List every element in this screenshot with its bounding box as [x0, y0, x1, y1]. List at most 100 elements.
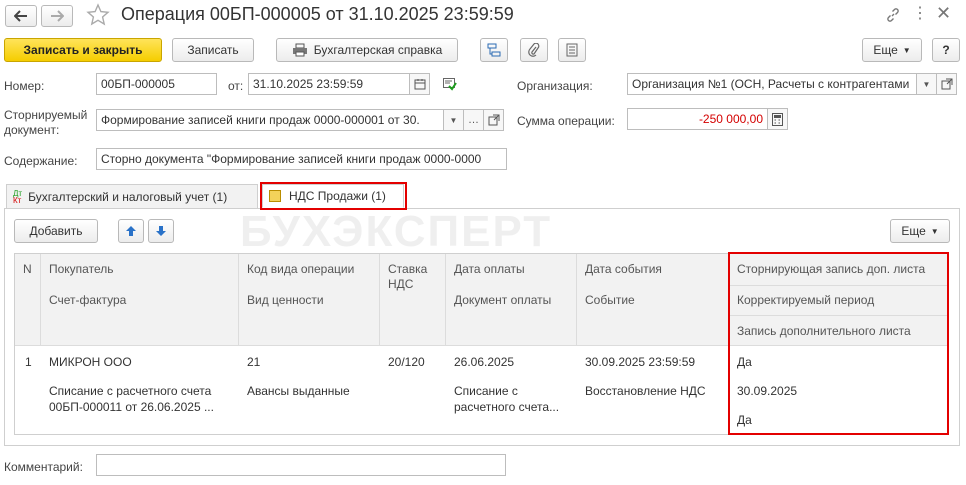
- calculator-icon: [772, 112, 783, 126]
- date-label: от:: [228, 79, 244, 93]
- operation-sum-field[interactable]: -250 000,00: [627, 108, 768, 130]
- dt-kt-icon: Дт Кт: [13, 188, 23, 205]
- arrow-left-icon: [14, 10, 27, 22]
- more-button[interactable]: Еще ▼: [862, 38, 922, 62]
- printer-icon: [292, 43, 307, 57]
- calendar-icon: [414, 79, 425, 90]
- header-sub-line: [730, 315, 947, 316]
- list-icon: [566, 43, 578, 57]
- header-operation-code[interactable]: Код вида операции: [247, 262, 354, 276]
- header-event[interactable]: Событие: [585, 293, 635, 307]
- help-button[interactable]: ?: [932, 38, 960, 62]
- storno-document-open-button[interactable]: [484, 109, 504, 131]
- paperclip-icon: [528, 43, 540, 57]
- open-form-icon: [488, 114, 499, 126]
- number-label: Номер:: [4, 79, 45, 93]
- vat-doc-icon: [269, 190, 281, 202]
- calendar-button[interactable]: [410, 73, 430, 95]
- watermark-text: БУХЭКСПЕРТ: [240, 207, 553, 256]
- table-more-label: Еще: [901, 224, 926, 238]
- number-field[interactable]: 00БП-000005: [96, 73, 217, 95]
- dropdown-arrow-icon: ▼: [922, 79, 931, 89]
- col-divider: [238, 254, 239, 345]
- storno-document-label-line2: документ:: [4, 123, 60, 137]
- dropdown-arrow-icon: ▼: [902, 45, 911, 55]
- tab-accounting[interactable]: Дт Кт Бухгалтерский и налоговый учет (1): [6, 184, 258, 208]
- header-corrected-period[interactable]: Корректируемый период: [737, 293, 874, 307]
- storno-document-dropdown-button[interactable]: ▼: [444, 109, 464, 131]
- col-divider: [40, 254, 41, 345]
- date-field[interactable]: 31.10.2025 23:59:59: [248, 73, 410, 95]
- row-operation-code: 21: [247, 355, 261, 369]
- header-extra-sheet-record[interactable]: Запись дополнительного листа: [737, 324, 911, 338]
- save-button[interactable]: Записать: [172, 38, 254, 62]
- arrow-right-icon: [51, 10, 64, 22]
- attach-button[interactable]: [520, 38, 548, 62]
- header-buyer[interactable]: Покупатель: [49, 262, 113, 276]
- favorite-star-icon[interactable]: [86, 3, 110, 30]
- save-and-close-button[interactable]: Записать и закрыть: [4, 38, 162, 62]
- row-buyer: МИКРОН ООО: [49, 355, 132, 369]
- row-vat-rate: 20/120: [388, 355, 425, 369]
- storno-document-select-button[interactable]: …: [464, 109, 484, 131]
- arrow-up-icon: [126, 226, 136, 236]
- storno-document-label: Сторнируемый документ:: [4, 108, 87, 138]
- row-value-type: Авансы выданные: [247, 384, 350, 398]
- dropdown-arrow-icon: ▼: [930, 226, 939, 236]
- organization-dropdown-button[interactable]: ▼: [917, 73, 937, 95]
- move-up-button[interactable]: [118, 219, 144, 243]
- hierarchy-icon: [487, 43, 501, 57]
- row-storno-extra-sheet: Да: [737, 355, 752, 369]
- open-form-icon: [941, 78, 952, 90]
- move-down-button[interactable]: [148, 219, 174, 243]
- organization-label: Организация:: [517, 79, 593, 93]
- link-icon[interactable]: [885, 7, 901, 26]
- tab-vat-sales-label: НДС Продажи (1): [289, 189, 386, 203]
- row-corrected-period: 30.09.2025: [737, 384, 798, 398]
- tab-vat-sales[interactable]: НДС Продажи (1): [262, 184, 404, 208]
- col-divider: [379, 254, 380, 345]
- comment-field[interactable]: [96, 454, 506, 476]
- close-icon[interactable]: ✕: [936, 3, 951, 24]
- col-divider: [576, 254, 577, 345]
- comment-label: Комментарий:: [4, 460, 83, 474]
- table-row[interactable]: 1 МИКРОН ООО Списание с расчетного счета…: [15, 346, 947, 434]
- row-event: Восстановление НДС: [585, 384, 706, 398]
- dropdown-arrow-icon: ▼: [449, 115, 458, 125]
- structure-button[interactable]: [480, 38, 508, 62]
- row-payment-date: 26.06.2025: [454, 355, 515, 369]
- row-number: 1: [25, 355, 32, 369]
- header-invoice[interactable]: Счет-фактура: [49, 293, 126, 307]
- table-more-button[interactable]: Еще ▼: [890, 219, 950, 243]
- col-divider: [728, 254, 729, 345]
- organization-open-button[interactable]: [937, 73, 957, 95]
- content-field[interactable]: Сторно документа "Формирование записей к…: [96, 148, 507, 170]
- header-event-date[interactable]: Дата события: [585, 262, 662, 276]
- header-value-type[interactable]: Вид ценности: [247, 293, 324, 307]
- header-storno-extra-sheet[interactable]: Сторнирующая запись доп. листа: [737, 262, 925, 276]
- accounting-report-label: Бухгалтерская справка: [313, 43, 443, 57]
- row-extra-sheet-record: Да: [737, 413, 752, 427]
- forward-button[interactable]: [41, 5, 73, 27]
- more-label: Еще: [873, 43, 898, 57]
- more-options-icon[interactable]: ⋮: [912, 3, 928, 23]
- header-n[interactable]: N: [23, 262, 32, 276]
- report-list-button[interactable]: [558, 38, 586, 62]
- window-title: Операция 00БП-000005 от 31.10.2025 23:59…: [121, 4, 514, 24]
- row-invoice-line1: Списание с расчетного счета: [49, 384, 212, 398]
- add-row-button[interactable]: Добавить: [14, 219, 98, 243]
- header-vat-rate[interactable]: Ставка НДС: [388, 262, 440, 292]
- storno-document-field[interactable]: Формирование записей книги продаж 0000-0…: [96, 109, 444, 131]
- accounting-report-button[interactable]: Бухгалтерская справка: [276, 38, 458, 62]
- posted-status-icon: [443, 78, 457, 94]
- content-label: Содержание:: [4, 154, 78, 168]
- organization-field[interactable]: Организация №1 (ОСН, Расчеты с контраген…: [627, 73, 917, 95]
- row-event-date: 30.09.2025 23:59:59: [585, 355, 696, 369]
- header-payment-document[interactable]: Документ оплаты: [454, 293, 551, 307]
- row-invoice-line2: 00БП-000011 от 26.06.2025 ...: [49, 400, 214, 414]
- header-payment-date[interactable]: Дата оплаты: [454, 262, 525, 276]
- calculator-button[interactable]: [768, 108, 788, 130]
- back-button[interactable]: [5, 5, 37, 27]
- row-payment-document-line1: Списание с: [454, 384, 518, 398]
- tab-accounting-label: Бухгалтерский и налоговый учет (1): [28, 189, 228, 204]
